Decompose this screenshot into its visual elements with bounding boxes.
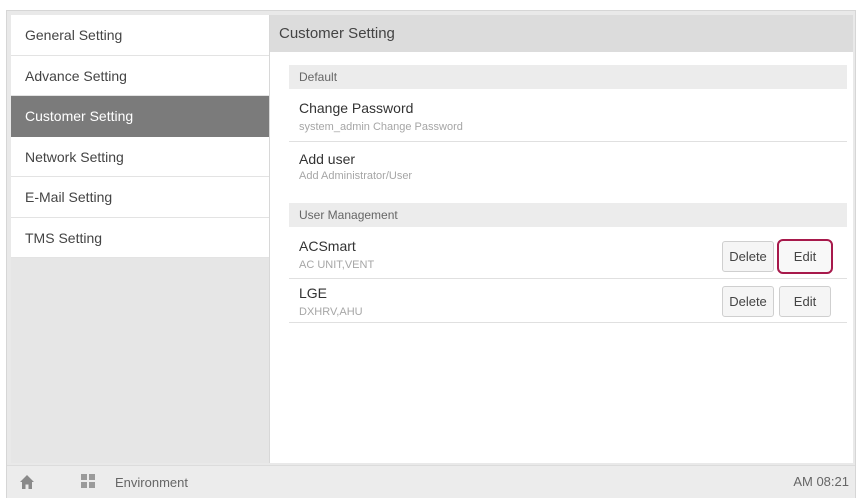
sidebar-list: General Setting Advance Setting Customer… [11, 15, 269, 258]
home-icon[interactable] [19, 474, 35, 490]
environment-label[interactable]: Environment [115, 475, 188, 490]
sidebar-item-customer-setting[interactable]: Customer Setting [11, 96, 269, 137]
add-user-subtitle: Add Administrator/User [299, 170, 413, 182]
section-header-default: Default [289, 65, 847, 89]
sidebar-item-tms-setting[interactable]: TMS Setting [11, 217, 269, 258]
change-password-subtitle: system_admin Change Password [299, 121, 463, 133]
sidebar-item-advance-setting[interactable]: Advance Setting [11, 55, 269, 96]
edit-button[interactable]: Edit [777, 239, 833, 274]
sidebar: General Setting Advance Setting Customer… [11, 15, 269, 463]
change-password-title: Change Password [299, 100, 414, 116]
add-user-title: Add user [299, 151, 356, 167]
delete-button[interactable]: Delete [722, 286, 774, 317]
sidebar-item-email-setting[interactable]: E-Mail Setting [11, 177, 269, 218]
clock: AM 08:21 [793, 474, 849, 489]
user-detail: AC UNIT,VENT [299, 259, 375, 271]
edit-button[interactable]: Edit [779, 286, 831, 317]
user-row-lge: LGE DXHRV,AHU Delete Edit [289, 279, 847, 323]
delete-button[interactable]: Delete [722, 241, 774, 272]
add-user-row[interactable]: Add user Add Administrator/User [289, 142, 847, 190]
section-header-user-management: User Management [289, 203, 847, 227]
sidebar-item-network-setting[interactable]: Network Setting [11, 136, 269, 177]
user-detail: DXHRV,AHU [299, 306, 363, 318]
grid-icon[interactable] [81, 474, 95, 488]
app-screen: General Setting Advance Setting Customer… [6, 10, 856, 498]
page-title: Customer Setting [270, 15, 853, 52]
user-row-acsmart: ACSmart AC UNIT,VENT Delete Edit [289, 236, 847, 279]
change-password-row[interactable]: Change Password system_admin Change Pass… [289, 94, 847, 142]
user-name: LGE [299, 285, 328, 301]
sidebar-item-general-setting[interactable]: General Setting [11, 15, 269, 56]
bottom-bar: Environment AM 08:21 [7, 465, 855, 498]
user-name: ACSmart [299, 238, 356, 254]
main-panel: Customer Setting Default Change Password… [269, 15, 853, 463]
